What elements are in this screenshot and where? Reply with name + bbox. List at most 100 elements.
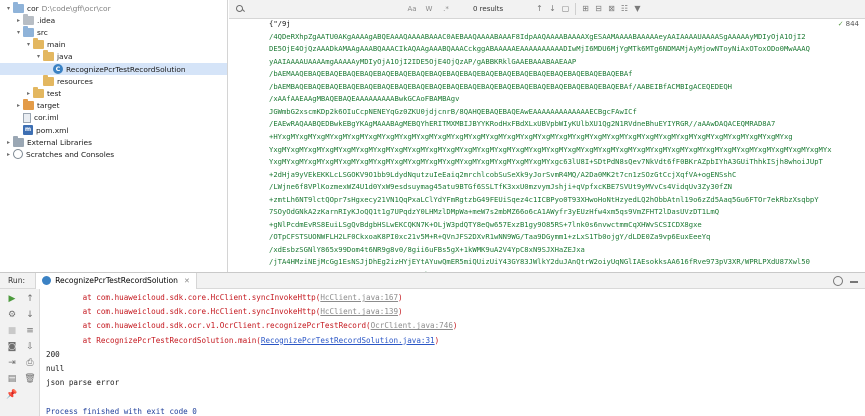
arrow-down-icon[interactable]: ↓ [24, 309, 36, 321]
tree-item[interactable]: cor.iml [0, 112, 227, 124]
tree-item[interactable]: ▾ main [0, 38, 227, 51]
console-text-suffix: ) [434, 335, 440, 345]
close-icon[interactable]: ✕ [184, 277, 190, 285]
chevron-icon[interactable]: ▸ [4, 151, 13, 158]
chevron-icon[interactable]: ▾ [34, 53, 43, 60]
wrench-icon[interactable]: ⚙ [6, 309, 18, 321]
run-console[interactable]: at com.huaweicloud.sdk.core.HcClient.syn… [41, 289, 865, 416]
chevron-icon[interactable]: ▸ [24, 90, 33, 97]
code-line: +HYxgMYxgMYxgMYxgMYxgMYxgMYxgMYxgMYxgMYx… [269, 131, 793, 141]
scroll-to-end-icon[interactable]: ⇩ [24, 341, 36, 353]
console-line: json parse error [46, 377, 119, 389]
camera-icon[interactable]: ◙ [6, 341, 18, 353]
tree-item-label: Scratches and Consoles [26, 149, 115, 159]
search-icon[interactable] [235, 4, 245, 14]
code-line: /bAEMAAQEBAQEBAQEBAQEBAQEBAQEBAQEBAQEBAQ… [269, 69, 633, 79]
exit-icon[interactable]: ⇥ [6, 357, 18, 369]
run-tool-header: Run: RecognizePcrTestRecordSolution ✕ [0, 272, 865, 289]
tree-item[interactable]: resources [0, 74, 227, 87]
select-occurrences-icon[interactable]: ⊠ [605, 2, 618, 16]
print-icon[interactable]: ⎙ [24, 357, 36, 369]
source-link[interactable]: HcClient.java:167 [320, 293, 398, 302]
run-toolbar: ▶ ↑ ⚙ ↓ ■ ≡ ◙ ⇩ ⇥ ⎙ ▤ 🗑 📌 [0, 289, 40, 416]
tree-item-label: resources [57, 76, 93, 86]
find-input[interactable] [247, 1, 402, 17]
select-all-occurrences-icon[interactable]: ▢ [559, 2, 572, 16]
tree-item[interactable]: ▸ test [0, 86, 227, 99]
folder-icon [33, 86, 44, 98]
trash-icon[interactable]: 🗑 [24, 373, 36, 385]
tree-item[interactable]: ▾ cor D:\code\gff\ocr\cor [0, 1, 227, 14]
code-line: /xAAfAAEAAgMBAQEBAQEAAAAAAAAABwkGCAoFBAM… [269, 94, 460, 104]
console-line: 200 [46, 349, 60, 361]
console-text: at com.huaweicloud.sdk.core.HcClient.syn… [46, 293, 321, 302]
chevron-icon[interactable]: ▾ [14, 29, 23, 36]
class-icon: C [53, 64, 63, 74]
chevron-icon[interactable]: ▸ [14, 102, 23, 109]
console-line: null [46, 363, 64, 375]
tree-item-label: External Libraries [27, 137, 92, 147]
options-icon[interactable]: ☷ [618, 2, 631, 16]
tree-item[interactable]: ▸ target [0, 99, 227, 112]
code-line: YxgMYxgMYxgMYxgMYxgMYxgMYxgMYxgMYxgMYxgM… [269, 157, 823, 167]
match-case-toggle[interactable]: Aa [405, 2, 419, 16]
arrow-up-icon[interactable]: ↑ [24, 293, 36, 305]
add-selection-icon[interactable]: ⊞ [579, 2, 592, 16]
toolbar-divider [575, 3, 576, 15]
tree-item[interactable]: ▾ java [0, 50, 227, 63]
source-link[interactable]: RecognizePcrTestRecordSolution.java:31 [261, 336, 435, 345]
folder-icon [23, 99, 34, 111]
console-text: null [46, 364, 65, 373]
arrow-down-icon[interactable]: ↓ [546, 2, 559, 16]
minimize-icon[interactable] [850, 281, 858, 283]
filter-icon[interactable]: ▼ [631, 2, 644, 16]
console-text-suffix: ) [452, 321, 458, 331]
tree-item[interactable]: ▾ src [0, 25, 227, 38]
code-line: /xdEsbzSGNlY865x99Dom4t6NR9g8v0/8gii6uFB… [269, 244, 585, 254]
stop-icon[interactable]: ■ [6, 325, 18, 337]
find-results-count: 0 results [473, 5, 504, 13]
rerun-icon[interactable]: ▶ [6, 293, 18, 305]
tree-item-label: RecognizePcrTestRecordSolution [66, 64, 186, 74]
folder-icon [13, 1, 24, 13]
console-text: at com.huaweicloud.sdk.ocr.v1.OcrClient.… [46, 321, 371, 331]
soft-wrap-icon[interactable]: ≡ [24, 325, 36, 337]
run-tab-label: RecognizePcrTestRecordSolution [55, 276, 178, 285]
chevron-icon[interactable]: ▾ [4, 5, 13, 12]
gear-icon[interactable] [833, 276, 843, 286]
code-line: /jTA4HMziNEjMcGg1EsNSJjDhEg2izHYjEYtAYuw… [269, 257, 810, 267]
remove-selection-icon[interactable]: ⊟ [592, 2, 605, 16]
run-tab[interactable]: RecognizePcrTestRecordSolution ✕ [35, 272, 197, 289]
tree-item[interactable]: C RecognizePcrTestRecordSolution [0, 63, 227, 75]
code-line: +gNlPcdmEvRS8EuiLSgQvBdgbHSLwEKCQKN7K+OL… [269, 219, 702, 229]
words-toggle[interactable]: W [422, 2, 436, 16]
arrow-up-icon[interactable]: ↑ [533, 2, 546, 16]
chevron-icon[interactable]: ▾ [24, 41, 33, 48]
tree-item-label: cor.iml [34, 113, 59, 123]
source-link[interactable]: OcrClient.java:746 [371, 321, 453, 330]
tree-item[interactable]: m pom.xml [0, 124, 227, 136]
source-link[interactable]: HcClient.java:139 [320, 307, 398, 316]
tree-item[interactable]: ▸ Scratches and Consoles [0, 148, 227, 160]
chevron-icon[interactable]: ▸ [4, 139, 13, 146]
tree-item[interactable]: ▸ External Libraries [0, 135, 227, 148]
chevron-icon[interactable]: ▸ [14, 17, 23, 24]
regex-toggle[interactable]: .* [439, 2, 453, 16]
layout-icon[interactable]: ▤ [6, 373, 18, 385]
pin-icon[interactable]: 📌 [6, 389, 18, 401]
console-text: 200 [46, 349, 60, 359]
console-line: at RecognizePcrTestRecordSolution.main(R… [46, 335, 440, 347]
folder-icon [23, 25, 34, 37]
code-line: JGWmbG2xscmKDp2k6OIuCcpNENEYqGz0ZKU0jdjc… [269, 106, 637, 116]
code-area[interactable]: {"/9j/4QDeRXhpZgAATU0AKgAAAAgABQEAAAQAAA… [269, 18, 865, 272]
console-text: at com.huaweicloud.sdk.core.HcClient.syn… [46, 307, 321, 317]
tree-item[interactable]: ▸ .idea [0, 13, 227, 26]
console-text: Process finished with exit code 0 [46, 406, 197, 416]
tree-item-label: test [47, 88, 62, 98]
code-line: {"/9j [269, 19, 291, 28]
tree-item-label: java [57, 52, 73, 62]
folder-icon [23, 13, 34, 25]
tree-item-label: pom.xml [36, 125, 69, 135]
folder-icon [43, 74, 54, 86]
tree-item-label: src [37, 27, 48, 37]
